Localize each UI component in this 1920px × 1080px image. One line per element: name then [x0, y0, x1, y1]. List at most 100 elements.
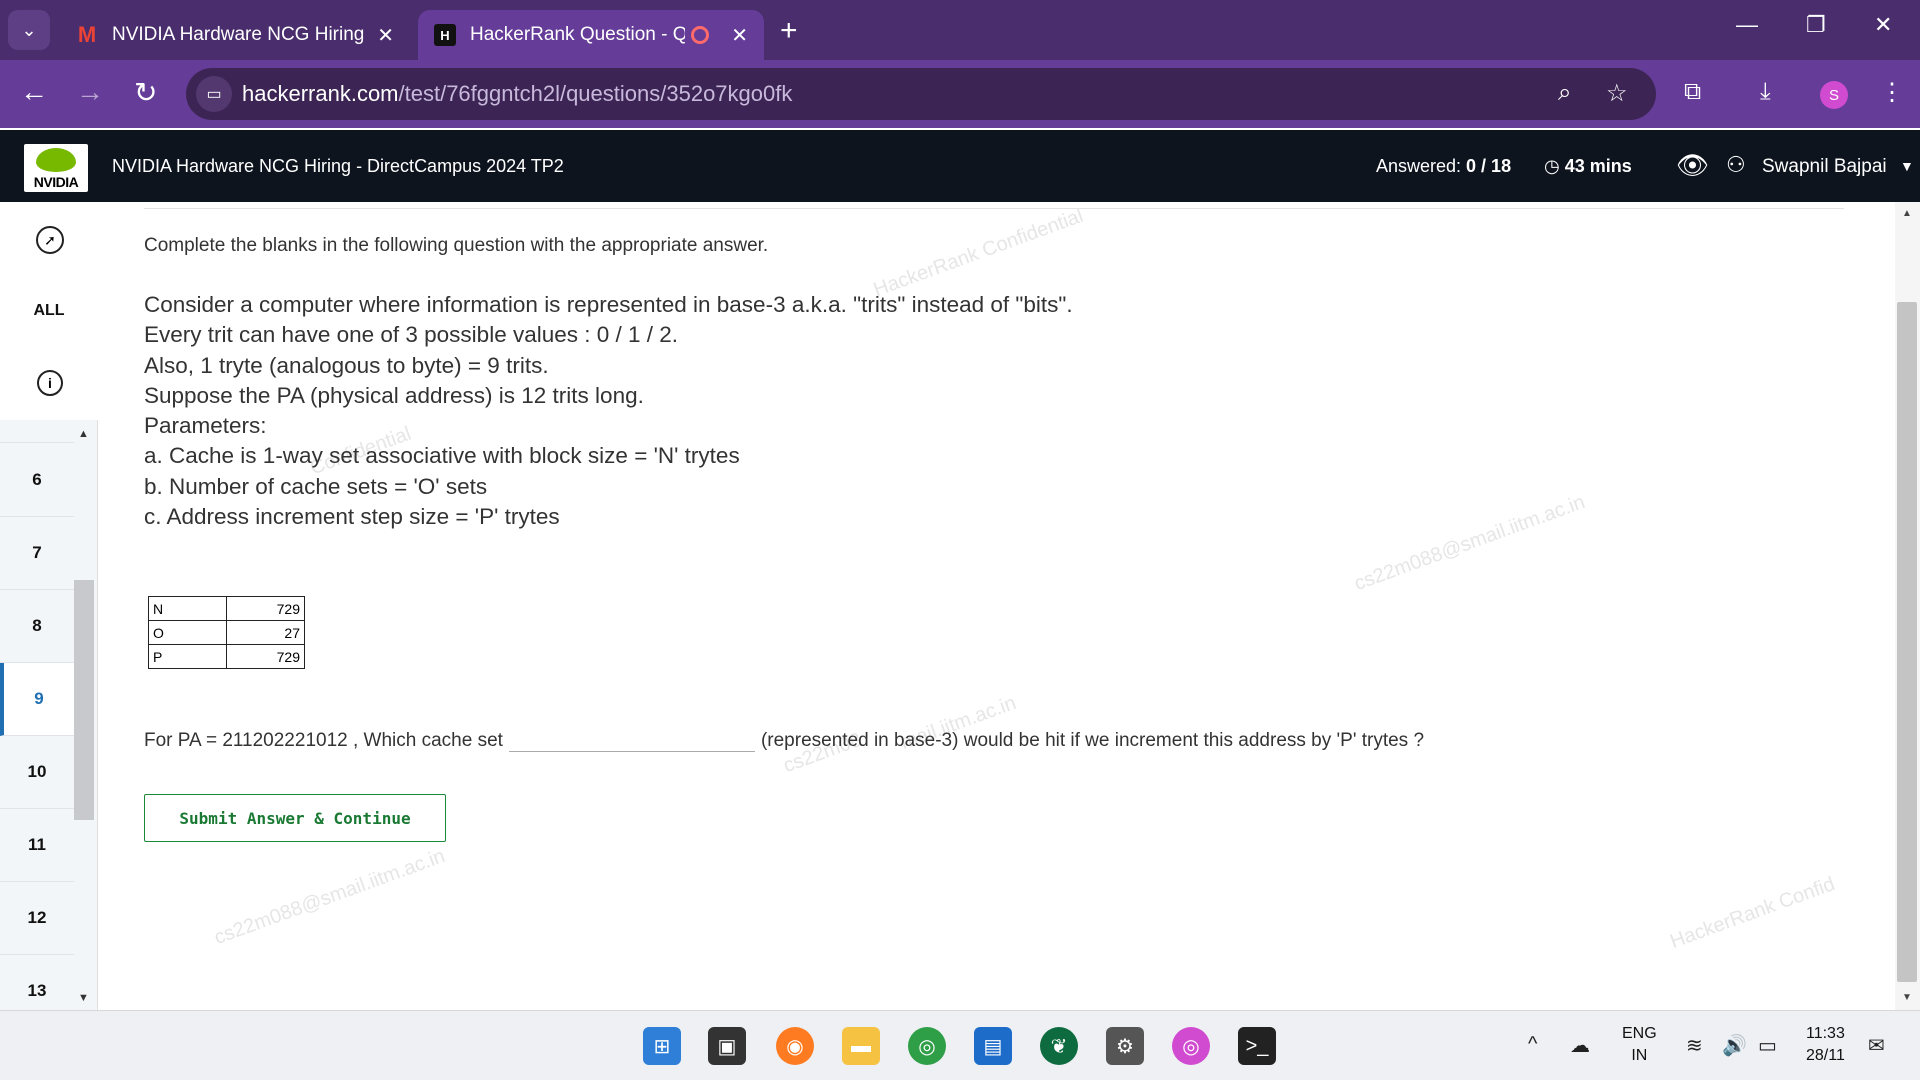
- question-line: Every trit can have one of 3 possible va…: [144, 322, 679, 348]
- question-item-current[interactable]: 9: [0, 663, 74, 736]
- download-icon[interactable]: ⤓: [1760, 78, 1771, 106]
- minimize-button[interactable]: —: [1736, 12, 1758, 38]
- test-title: NVIDIA Hardware NCG Hiring - DirectCampu…: [112, 156, 564, 176]
- answer-blank-input[interactable]: [508, 726, 755, 752]
- chrome-icon[interactable]: ◎: [908, 1027, 946, 1065]
- tab-gmail[interactable]: M NVIDIA Hardware NCG Hiring - ✕: [60, 10, 410, 60]
- table-row: N 729: [148, 596, 305, 621]
- gmail-icon: M: [77, 22, 97, 47]
- table-row: O 27: [148, 620, 305, 645]
- question-item[interactable]: 6: [0, 444, 74, 517]
- camera-icon[interactable]: ▭: [196, 76, 232, 112]
- scroll-up-icon[interactable]: ▲: [1902, 208, 1912, 219]
- prompt-text-before: For PA = 211202221012 , Which cache set: [144, 730, 503, 751]
- watermark: cs22m088@smail.iitm.ac.in: [1351, 491, 1588, 596]
- profile-avatar[interactable]: S: [1820, 81, 1848, 109]
- question-item[interactable]: 12: [0, 882, 74, 955]
- question-panel: HackerRank Confidential Confidential cs2…: [98, 202, 1895, 1010]
- sidebar-scrollbar[interactable]: ▲ ▼: [74, 420, 96, 1010]
- question-item[interactable]: 13: [0, 955, 74, 1010]
- back-button[interactable]: ←: [20, 76, 48, 108]
- scroll-down-icon[interactable]: ▼: [78, 992, 89, 1004]
- terminal-icon[interactable]: >_: [1238, 1027, 1276, 1065]
- question-line: c. Address increment step size = 'P' try…: [144, 504, 560, 530]
- answered-count: Answered: 0 / 18: [1376, 156, 1512, 176]
- tab-title: HackerRank Question - Que: [470, 24, 686, 45]
- question-sidebar: ➚ ALL i 5 6 7 8 9 10 11 12 13 ▲ ▼: [0, 202, 98, 1010]
- chrome-profile-icon[interactable]: ◎: [1172, 1027, 1210, 1065]
- new-tab-button[interactable]: +: [780, 14, 798, 48]
- restore-button[interactable]: ❐: [1806, 12, 1826, 38]
- language-indicator[interactable]: ENG IN: [1622, 1023, 1657, 1067]
- user-name[interactable]: Swapnil Bajpai: [1762, 156, 1887, 178]
- star-icon[interactable]: ☆: [1606, 79, 1628, 108]
- time-remaining: ◷ 43 mins: [1544, 156, 1632, 176]
- question-line: b. Number of cache sets = 'O' sets: [144, 473, 488, 499]
- caret-down-icon[interactable]: ▼: [1900, 158, 1914, 174]
- hackerrank-icon: H: [434, 24, 456, 46]
- question-list: 5 6 7 8 9 10 11 12 13: [0, 420, 74, 1010]
- info-icon[interactable]: i: [37, 370, 63, 396]
- question-item[interactable]: 5: [0, 420, 74, 443]
- scroll-down-icon[interactable]: ▼: [1902, 992, 1912, 1003]
- firefox-icon[interactable]: ◉: [776, 1027, 814, 1065]
- scroll-thumb[interactable]: [1897, 302, 1917, 982]
- address-bar[interactable]: ▭ hackerrank.com/test/76fggntch2l/questi…: [186, 68, 1656, 120]
- question-body: Consider a computer where information is…: [144, 290, 1073, 532]
- tab-title: NVIDIA Hardware NCG Hiring -: [112, 24, 368, 45]
- compass-icon[interactable]: ➚: [36, 226, 64, 254]
- url-text[interactable]: hackerrank.com/test/76fggntch2l/question…: [242, 81, 792, 107]
- question-item[interactable]: 8: [0, 590, 74, 663]
- scroll-thumb[interactable]: [74, 580, 94, 820]
- notification-icon[interactable]: ✉: [1868, 1033, 1885, 1058]
- recording-icon: [691, 26, 710, 44]
- clock-icon: ◷: [1544, 156, 1560, 176]
- test-header: NVIDIA NVIDIA Hardware NCG Hiring - Dire…: [0, 130, 1920, 202]
- question-item[interactable]: 10: [0, 736, 74, 809]
- forward-button[interactable]: →: [76, 76, 104, 108]
- user-icon: ⚇: [1726, 152, 1746, 177]
- watermark: HackerRank Confid: [1667, 873, 1838, 954]
- volume-icon[interactable]: 🔊: [1722, 1033, 1747, 1058]
- main-scrollbar[interactable]: ▲ ▼: [1895, 202, 1920, 1010]
- tab-hackerrank[interactable]: H HackerRank Question - Que ✕: [418, 10, 764, 60]
- question-line: Suppose the PA (physical address) is 12 …: [144, 382, 644, 408]
- clock[interactable]: 11:33 28/11: [1806, 1023, 1845, 1067]
- all-questions-link[interactable]: ALL: [0, 302, 98, 320]
- cloud-icon[interactable]: ☁: [1570, 1033, 1590, 1058]
- close-icon[interactable]: ✕: [377, 23, 394, 48]
- question-line: Consider a computer where information is…: [144, 292, 1073, 317]
- question-line: a. Cache is 1-way set associative with b…: [144, 443, 740, 469]
- app-icon[interactable]: ⚙: [1106, 1027, 1144, 1065]
- question-instruction: Complete the blanks in the following que…: [144, 235, 769, 256]
- browser-toolbar: ← → ↻ ▭ hackerrank.com/test/76fggntch2l/…: [0, 60, 1920, 128]
- question-item[interactable]: 11: [0, 809, 74, 882]
- watermark: cs22m088@smail.iitm.ac.in: [211, 845, 448, 950]
- battery-icon[interactable]: ▭: [1758, 1033, 1777, 1058]
- task-view-icon[interactable]: ▣: [708, 1027, 746, 1065]
- eye-icon[interactable]: 👁: [1676, 150, 1709, 181]
- file-explorer-icon[interactable]: ▬: [842, 1027, 880, 1065]
- start-icon[interactable]: ⊞: [643, 1027, 681, 1065]
- close-icon[interactable]: ✕: [731, 23, 748, 48]
- reload-button[interactable]: ↻: [134, 76, 157, 109]
- tab-search-button[interactable]: ⌄: [8, 10, 50, 50]
- zoom-icon[interactable]: ⌕: [1558, 79, 1571, 107]
- prompt-text-after: (represented in base-3) would be hit if …: [760, 730, 1425, 751]
- chevron-up-icon[interactable]: ^: [1528, 1033, 1537, 1056]
- mongodb-icon[interactable]: ❦: [1040, 1027, 1078, 1065]
- extensions-icon[interactable]: ⧉: [1684, 78, 1701, 106]
- chevron-down-icon: ⌄: [21, 19, 37, 40]
- table-row: P 729: [148, 644, 305, 669]
- question-item[interactable]: 7: [0, 517, 74, 590]
- store-icon[interactable]: ▤: [974, 1027, 1012, 1065]
- nvidia-logo: NVIDIA: [24, 144, 88, 192]
- windows-taskbar: ⊞ ▣ ◉ ▬ ◎ ▤ ❦ ⚙ ◎ >_ ^ ☁ ENG IN ≋ 🔊 ▭ 11…: [0, 1010, 1920, 1080]
- window-close-button[interactable]: ✕: [1874, 12, 1892, 38]
- wifi-icon[interactable]: ≋: [1686, 1033, 1703, 1058]
- question-line: Also, 1 tryte (analogous to byte) = 9 tr…: [144, 352, 549, 378]
- menu-icon[interactable]: ⋮: [1880, 78, 1904, 107]
- submit-answer-button[interactable]: Submit Answer & Continue: [144, 794, 446, 842]
- scroll-up-icon[interactable]: ▲: [78, 428, 89, 440]
- watermark: HackerRank Confidential: [870, 204, 1087, 302]
